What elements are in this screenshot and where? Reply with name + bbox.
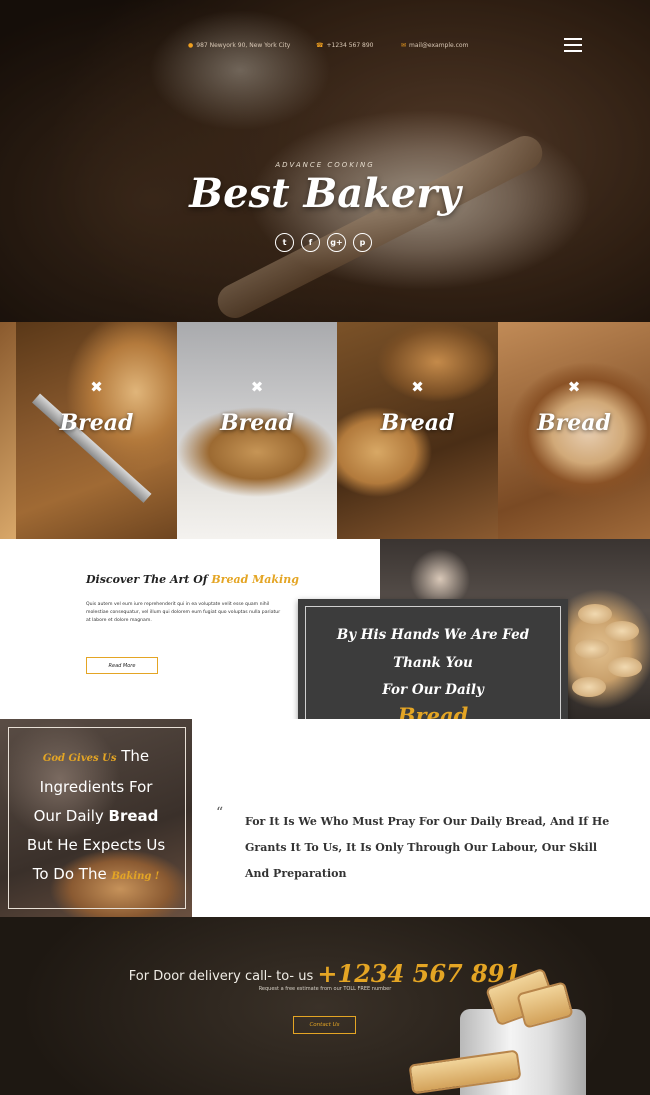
ingredients-accent-2: Baking ! (111, 871, 160, 882)
hamburger-menu-icon[interactable] (564, 38, 582, 52)
delivery-label: For Door delivery call- to- us (128, 969, 314, 984)
hero-section: ● 987 Newyork 90, New York City ☎ +1234 56… (0, 0, 650, 322)
delivery-section: For Door delivery call- to- us +1234 567… (0, 917, 650, 1095)
hero-title: Best Bakery (189, 170, 461, 217)
gallery-item[interactable]: ✖ Bread (16, 322, 177, 539)
phone-icon: ☎ (316, 42, 324, 49)
gallery-item[interactable]: ✖ Bread (337, 322, 498, 539)
phone-text: +1234 567 890 (326, 42, 374, 49)
prayer-quote-text: For It Is We Who Must Pray For Our Daily… (245, 815, 610, 880)
google-plus-icon[interactable]: g+ (327, 233, 346, 252)
address-info: ● 987 Newyork 90, New York City (188, 42, 290, 49)
gallery-item[interactable]: ✖ Bread (498, 322, 650, 539)
phone-info: ☎ +1234 567 890 (316, 42, 374, 49)
dough-ball (578, 604, 612, 624)
read-more-button[interactable]: Read More (86, 657, 158, 674)
fork-knife-icon: ✖ (250, 378, 264, 396)
bread-gallery: ✖ Bread ✖ Bread ✖ Bread ✖ Bread (0, 322, 650, 539)
ingredients-bread: Bread (108, 807, 159, 825)
ingredients-line-5: To Do The Baking ! (0, 866, 192, 885)
top-info-bar: ● 987 Newyork 90, New York City ☎ +1234 56… (0, 38, 650, 54)
social-links: t f g+ p (275, 233, 372, 252)
ingredients-accent-1: God Gives Us (42, 753, 117, 764)
contact-us-button[interactable]: Contact Us (293, 1016, 356, 1034)
ingredients-line-3: Our Daily Bread (0, 808, 192, 825)
quote-mark-icon: “ (216, 805, 224, 821)
facebook-icon[interactable]: f (301, 233, 320, 252)
gallery-edge-image (0, 322, 16, 539)
fork-knife-icon: ✖ (567, 378, 581, 396)
discover-title: Discover The Art Of Bread Making (86, 573, 299, 586)
ingredients-line-4: But He Expects Us (26, 836, 166, 854)
gallery-item-label: Bread (380, 410, 455, 436)
fork-knife-icon: ✖ (411, 378, 424, 396)
gallery-item-label: Bread (220, 410, 294, 436)
delivery-phone[interactable]: +1234 567 891 (317, 959, 521, 988)
discover-title-accent: Bread Making (211, 573, 299, 586)
twitter-icon[interactable]: t (275, 233, 294, 252)
hero-tagline: ADVANCE COOKING (275, 161, 375, 169)
dough-ball (605, 621, 639, 641)
mail-icon: ✉ (401, 42, 407, 49)
gallery-item-label: Bread (59, 410, 134, 436)
ingredients-line-2: Ingredients For (39, 778, 153, 796)
address-text: 987 Newyork 90, New York City (196, 42, 291, 49)
map-pin-icon: ● (188, 42, 194, 49)
ingredients-text-3: Our Daily (33, 807, 104, 825)
gallery-item-label: Bread (537, 410, 611, 436)
email-info[interactable]: ✉ mail@example.com (401, 42, 468, 49)
quote-line-3: For Our Daily (382, 682, 484, 698)
ingredients-text-5: To Do The (32, 865, 107, 883)
fork-knife-icon: ✖ (90, 378, 103, 396)
quote-line-2: Thank You (393, 655, 473, 671)
discover-paragraph: Quis autem vel eum iure reprehenderit qu… (86, 602, 281, 623)
quote-line-1: By His Hands We Are Fed (336, 627, 530, 643)
dough-ball (575, 639, 609, 659)
ingredients-text-1: The (121, 747, 150, 765)
ingredients-panel: God Gives Us The Ingredients For Our Dai… (0, 719, 192, 917)
email-text[interactable]: mail@example.com (409, 42, 468, 49)
prayer-quote-section: “ For It Is We Who Must Pray For Our Dai… (192, 719, 650, 917)
dough-ball (608, 657, 642, 677)
pinterest-icon[interactable]: p (353, 233, 372, 252)
dough-ball (572, 677, 606, 697)
ingredients-line-1: God Gives Us The (0, 748, 192, 767)
discover-title-text: Discover The Art Of (86, 573, 212, 586)
gallery-item[interactable]: ✖ Bread (177, 322, 337, 539)
